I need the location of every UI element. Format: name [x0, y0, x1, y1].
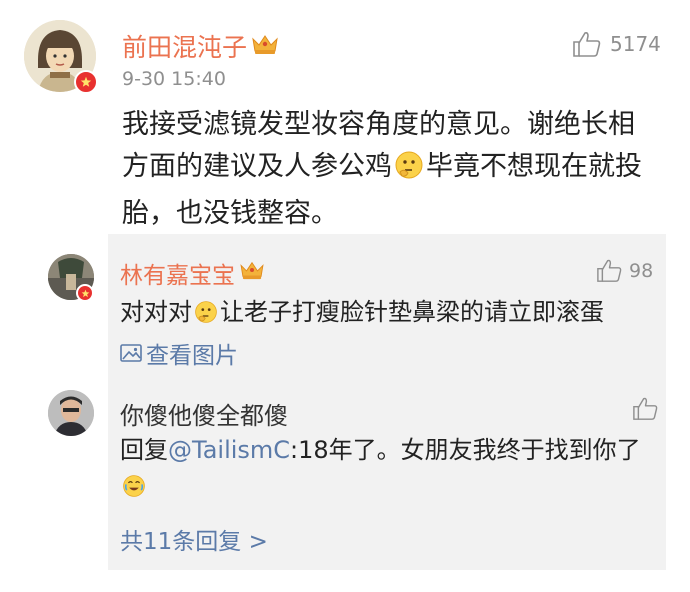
crying-laughing-emoji-icon	[122, 472, 146, 508]
like-count: 5174	[610, 32, 661, 56]
like-button[interactable]: 5174	[572, 30, 661, 58]
replies-panel: 林有嘉宝宝 98 对对对 让老子打瘦脸针垫鼻梁的请立即滚蛋 查看图片 你傻他傻全…	[48, 234, 666, 570]
comment-body: 我接受滤镜发型妆容角度的意见。谢绝长相方面的建议及人参公鸡 毕竟不想现在就投胎，…	[122, 104, 654, 235]
reply-text-part1: 对对对	[120, 298, 192, 326]
crown-icon	[239, 260, 265, 286]
view-picture-link[interactable]: 查看图片	[120, 336, 238, 370]
thumbs-up-icon	[573, 32, 601, 57]
view-picture-label[interactable]: 查看图片	[146, 336, 238, 370]
timestamp: 9-30 15:40	[122, 68, 226, 90]
verified-badge	[74, 70, 98, 94]
crown-icon	[251, 32, 279, 61]
username[interactable]: 前田混沌子	[122, 28, 279, 64]
reply-username-text[interactable]: 林有嘉宝宝	[120, 256, 235, 290]
reply-like-button[interactable]	[632, 396, 659, 421]
reply-like-button[interactable]: 98	[596, 258, 653, 283]
thinking-emoji-icon	[194, 298, 218, 334]
reply-username[interactable]: 林有嘉宝宝	[120, 256, 265, 290]
reply-body: 对对对 让老子打瘦脸针垫鼻梁的请立即滚蛋	[120, 294, 660, 334]
reply-text: :18年了。女朋友我终于找到你了	[290, 436, 641, 464]
reply-avatar[interactable]	[48, 390, 94, 436]
reply-prefix: 回复	[120, 436, 168, 464]
mention-link[interactable]: @TailismC	[168, 436, 290, 464]
star-icon	[80, 76, 92, 87]
more-replies-link[interactable]: 共11条回复 >	[120, 522, 268, 556]
thinking-emoji-icon	[394, 150, 424, 193]
comment-thread: 前田混沌子 9-30 15:40 5174 我接受滤镜发型妆容角度的意见。谢绝长…	[0, 0, 690, 592]
image-icon	[120, 344, 142, 362]
avatar-photo	[48, 390, 94, 436]
reply-username[interactable]: 你傻他傻全都傻	[120, 396, 288, 431]
main-comment: 前田混沌子 9-30 15:40 5174 我接受滤镜发型妆容角度的意见。谢绝长…	[0, 0, 690, 232]
verified-badge	[76, 284, 94, 302]
username-text[interactable]: 前田混沌子	[122, 28, 247, 64]
reply-body: 回复@TailismC:18年了。女朋友我终于找到你了	[120, 432, 660, 508]
thumbs-up-icon	[633, 397, 658, 420]
thumbs-up-icon	[597, 259, 622, 282]
star-icon	[81, 289, 89, 297]
reply-text-part2: 让老子打瘦脸针垫鼻梁的请立即滚蛋	[220, 298, 604, 326]
reply-like-count: 98	[629, 259, 654, 282]
